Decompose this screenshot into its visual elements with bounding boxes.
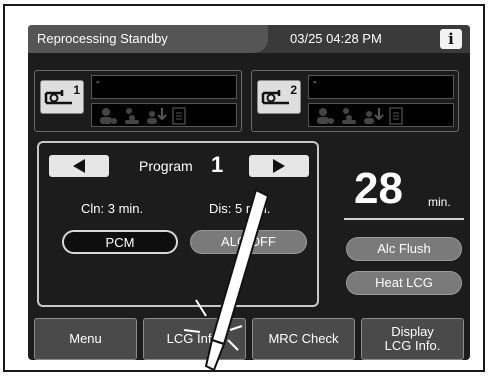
scope-number-2: 2 xyxy=(290,83,297,97)
program-label: Program xyxy=(139,158,193,174)
scope-icon xyxy=(261,90,289,105)
arrow-right-icon xyxy=(273,159,285,173)
alc-flush-button[interactable]: Alc Flush xyxy=(346,237,462,261)
arrow-left-icon xyxy=(73,159,85,173)
program-prev-button[interactable] xyxy=(49,155,109,177)
display-lcg-line1: Display xyxy=(391,324,434,339)
program-panel: Program 1 Cln: 3 min. Dis: 5 min. PCM AL… xyxy=(37,141,319,307)
scope-status-icons-2 xyxy=(308,103,454,127)
timer-divider xyxy=(344,218,464,220)
header-bar: Reprocessing Standby 03/25 04:28 PM i xyxy=(28,25,470,53)
person-download-icon xyxy=(146,107,168,130)
document-icon xyxy=(172,107,186,130)
cleaning-time: Cln: 3 min. xyxy=(81,201,144,216)
scope-number-1: 1 xyxy=(73,83,80,97)
scope-status-icons-1 xyxy=(91,103,237,127)
person-icon xyxy=(98,107,118,130)
display-lcg-info-button[interactable]: Display LCG Info. xyxy=(361,318,464,360)
scope-id-field-1: - xyxy=(91,75,237,99)
scope-panel-1: 1 - xyxy=(34,70,242,132)
scope-panel-2: 2 - xyxy=(251,70,459,132)
heat-lcg-button[interactable]: Heat LCG xyxy=(346,271,462,295)
scope-icon xyxy=(44,90,72,105)
disinfection-time: Dis: 5 min. xyxy=(209,201,271,216)
info-button[interactable]: i xyxy=(440,29,462,49)
scope-id-field-2: - xyxy=(308,75,454,99)
group-icon xyxy=(339,107,359,130)
lcg-info-button[interactable]: LCG Info. xyxy=(143,318,246,360)
program-number: 1 xyxy=(211,152,224,177)
touch-screen: Reprocessing Standby 03/25 04:28 PM i 1 … xyxy=(28,25,470,360)
group-icon xyxy=(122,107,142,130)
pcm-button[interactable]: PCM xyxy=(62,230,178,254)
document-icon xyxy=(389,107,403,130)
display-lcg-line2: LCG Info. xyxy=(384,338,441,353)
program-next-button[interactable] xyxy=(249,155,309,177)
datetime-display: 03/25 04:28 PM xyxy=(290,31,382,46)
scope-button-1[interactable]: 1 xyxy=(40,80,84,114)
alc-toggle-button[interactable]: ALC OFF xyxy=(190,230,307,254)
timer-value: 28 xyxy=(354,164,403,213)
person-download-icon xyxy=(363,107,385,130)
person-icon xyxy=(315,107,335,130)
menu-button[interactable]: Menu xyxy=(34,318,137,360)
status-text: Reprocessing Standby xyxy=(28,25,268,53)
scope-button-2[interactable]: 2 xyxy=(257,80,301,114)
timer-unit: min. xyxy=(428,195,451,209)
mrc-check-button[interactable]: MRC Check xyxy=(252,318,355,360)
